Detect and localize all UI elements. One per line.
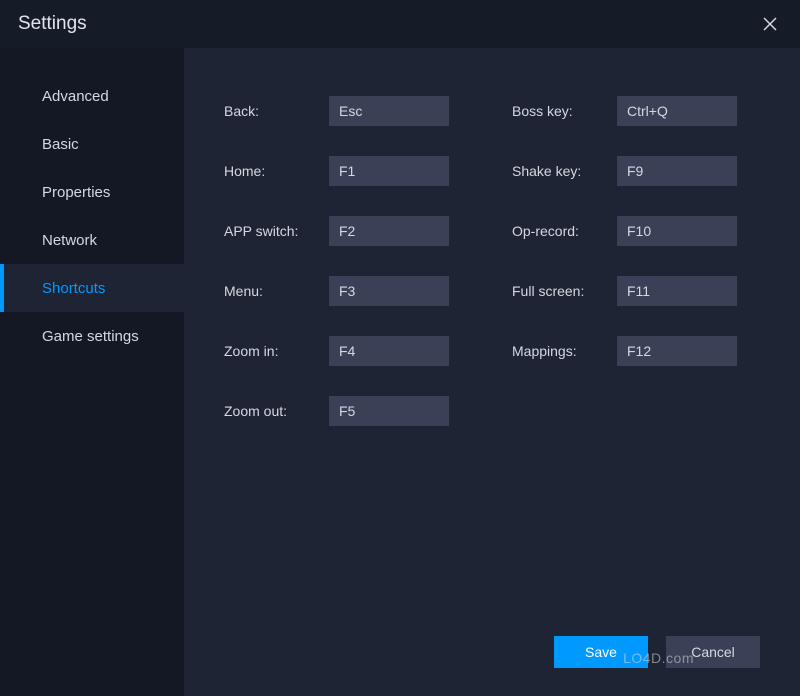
sidebar-item-label: Advanced: [42, 88, 109, 105]
shortcut-field-mappings: Mappings:: [512, 336, 760, 366]
window-title: Settings: [18, 13, 87, 35]
shortcut-input-zoom-out[interactable]: [329, 396, 449, 426]
shortcut-input-mappings[interactable]: [617, 336, 737, 366]
shortcut-input-op-record[interactable]: [617, 216, 737, 246]
cancel-button[interactable]: Cancel: [666, 636, 760, 668]
sidebar: Advanced Basic Properties Network Shortcuts G…: [0, 48, 184, 696]
shortcut-label-menu: Menu:: [224, 283, 329, 299]
sidebar-item-label: Game settings: [42, 328, 139, 345]
shortcut-label-back: Back:: [224, 103, 329, 119]
sidebar-item-label: Properties: [42, 184, 110, 201]
close-icon: [762, 16, 778, 32]
shortcut-field-home: Home:: [224, 156, 472, 186]
shortcut-input-shake-key[interactable]: [617, 156, 737, 186]
sidebar-item-label: Network: [42, 232, 97, 249]
sidebar-item-advanced[interactable]: Advanced: [0, 72, 184, 120]
sidebar-item-network[interactable]: Network: [0, 216, 184, 264]
sidebar-item-shortcuts[interactable]: Shortcuts: [0, 264, 184, 312]
shortcut-input-full-screen[interactable]: [617, 276, 737, 306]
shortcut-field-boss-key: Boss key:: [512, 96, 760, 126]
save-button[interactable]: Save: [554, 636, 648, 668]
shortcut-field-empty: [512, 396, 760, 426]
shortcuts-grid: Back: Boss key: Home: Shake key: APP switch:…: [224, 96, 760, 426]
sidebar-item-label: Shortcuts: [42, 280, 105, 297]
shortcut-label-full-screen: Full screen:: [512, 283, 617, 299]
shortcut-field-app-switch: APP switch:: [224, 216, 472, 246]
shortcut-label-boss-key: Boss key:: [512, 103, 617, 119]
shortcut-input-zoom-in[interactable]: [329, 336, 449, 366]
shortcut-field-zoom-out: Zoom out:: [224, 396, 472, 426]
shortcut-field-op-record: Op-record:: [512, 216, 760, 246]
shortcut-input-boss-key[interactable]: [617, 96, 737, 126]
shortcut-input-home[interactable]: [329, 156, 449, 186]
shortcut-field-full-screen: Full screen:: [512, 276, 760, 306]
shortcut-input-app-switch[interactable]: [329, 216, 449, 246]
shortcut-input-back[interactable]: [329, 96, 449, 126]
shortcut-label-mappings: Mappings:: [512, 343, 617, 359]
close-button[interactable]: [758, 12, 782, 36]
sidebar-item-game-settings[interactable]: Game settings: [0, 312, 184, 360]
shortcut-label-app-switch: APP switch:: [224, 223, 329, 239]
sidebar-item-properties[interactable]: Properties: [0, 168, 184, 216]
shortcut-field-zoom-in: Zoom in:: [224, 336, 472, 366]
shortcut-field-shake-key: Shake key:: [512, 156, 760, 186]
shortcut-label-op-record: Op-record:: [512, 223, 617, 239]
shortcut-input-menu[interactable]: [329, 276, 449, 306]
button-row: Save Cancel: [554, 636, 760, 668]
shortcut-field-back: Back:: [224, 96, 472, 126]
sidebar-item-basic[interactable]: Basic: [0, 120, 184, 168]
titlebar: Settings: [0, 0, 800, 48]
shortcut-label-zoom-out: Zoom out:: [224, 403, 329, 419]
content-panel: Back: Boss key: Home: Shake key: APP switch:…: [184, 48, 800, 696]
sidebar-item-label: Basic: [42, 136, 79, 153]
shortcut-label-home: Home:: [224, 163, 329, 179]
container: Advanced Basic Properties Network Shortcuts G…: [0, 48, 800, 696]
shortcut-field-menu: Menu:: [224, 276, 472, 306]
shortcut-label-shake-key: Shake key:: [512, 163, 617, 179]
shortcut-label-zoom-in: Zoom in:: [224, 343, 329, 359]
